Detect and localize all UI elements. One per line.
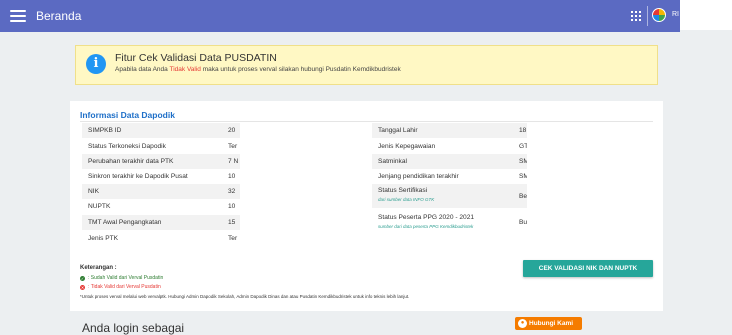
info-row-jenis-ptk: Jenis PTK Ter — [88, 235, 238, 242]
card-divider — [80, 121, 653, 122]
info-row-sinkron-terakhir: Sinkron terakhir ke Dapodik Pusat 10 — [88, 173, 236, 180]
info-row-tanggal-lahir: Tanggal Lahir 18 — [372, 123, 527, 138]
info-icon: i — [86, 54, 106, 74]
validation-info-banner: i Fitur Cek Validasi Data PUSDATIN Apabi… — [75, 45, 658, 85]
card-title: Informasi Data Dapodik — [80, 110, 175, 120]
info-row-perubahan-terakhir: Perubahan terakhir data PTK 7 N — [82, 154, 240, 169]
invalid-highlight: Tidak Valid — [169, 66, 201, 73]
ppg-source-note: sumber dari data peserta PPG Kemdikbudri… — [378, 224, 474, 229]
keterangan-note: *Untuk proses verval melalui web vervalp… — [80, 294, 410, 299]
apps-grid-icon[interactable] — [631, 11, 641, 21]
contact-us-button[interactable]: ● Hubungi Kami — [515, 317, 582, 330]
info-row-satminkal: Satminkal SM — [372, 154, 527, 169]
info-row-nik: NIK 32 — [82, 184, 240, 199]
legend-invalid: ✕ : Tidak Valid dari Verval Pusdatin — [80, 284, 161, 290]
chat-icon: ● — [518, 319, 527, 328]
login-as-heading: Anda login sebagai — [82, 321, 185, 335]
page-title: Beranda — [36, 9, 82, 23]
check-validation-button[interactable]: CEK VALIDASI NIK DAN NUPTK — [523, 260, 653, 277]
info-row-status-sertifikasi: Status Sertifikasi dari sumber data INFO… — [372, 184, 527, 208]
top-app-bar: Beranda RI — [0, 0, 680, 32]
info-row-jenis-kepegawaian: Jenis Kepegawaian GT — [378, 143, 527, 150]
user-avatar[interactable] — [652, 8, 666, 22]
info-row-simpkb-id: SIMPKB ID 20 — [82, 123, 240, 138]
banner-description: Apabila data Anda Tidak Valid maka untuk… — [115, 66, 401, 73]
info-row-tmt-awal: TMT Awal Pengangkatan 15 — [82, 215, 240, 230]
legend-valid: ✓ : Sudah Valid dari Verval Pusdatin — [80, 275, 164, 281]
keterangan-title: Keterangan : — [80, 265, 117, 271]
info-row-status-terkoneksi: Status Terkoneksi Dapodik Ter — [88, 143, 238, 150]
keterangan-section: Keterangan : ✓ : Sudah Valid dari Verval… — [80, 265, 409, 299]
topbar-divider — [647, 6, 648, 26]
info-row-status-ppg: Status Peserta PPG 2020 - 2021 sumber da… — [378, 214, 527, 229]
sertifikasi-source-note: dari sumber data INFO GTK — [378, 197, 435, 202]
info-row-jenjang-pendidikan: Jenjang pendidikan terakhir SM — [378, 173, 527, 180]
check-circle-icon: ✓ — [80, 275, 85, 281]
info-row-nuptk: NUPTK 10 — [88, 203, 236, 210]
username-label[interactable]: RI — [672, 11, 679, 18]
x-circle-icon: ✕ — [80, 284, 85, 290]
dapodik-info-card: Informasi Data Dapodik SIMPKB ID 20 Stat… — [70, 101, 663, 311]
topbar-overlay-blank — [680, 0, 732, 30]
hamburger-menu-icon[interactable] — [10, 10, 26, 22]
banner-title: Fitur Cek Validasi Data PUSDATIN — [115, 52, 277, 64]
